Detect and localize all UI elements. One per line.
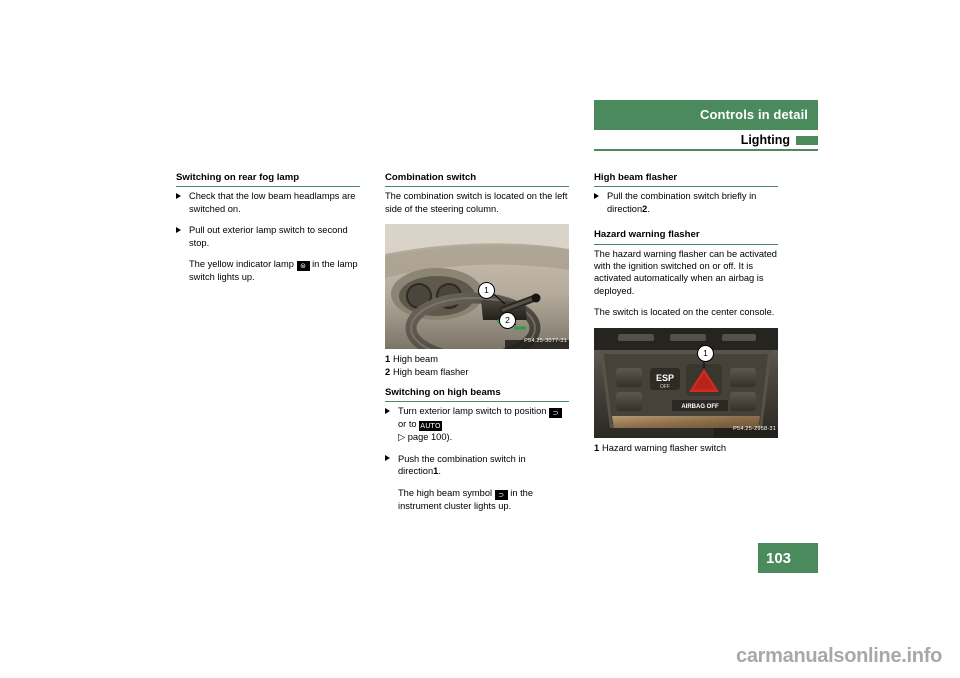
page-reference: page 100). [407,432,453,443]
figure-code: P54.25-2958-31 [733,426,776,433]
note-rear-fog-indicator: The yellow indicator lamp ⊜ in the lamp … [176,258,360,283]
legend-text: High beam flasher [393,366,469,377]
figure-combination-switch-image [385,224,569,350]
bullet-text-mid: or to [398,419,417,430]
legend-item: 2 High beam flasher [385,366,569,378]
list-item: Pull out exterior lamp switch to second … [176,224,360,249]
column-right: High beam flasher Pull the combination s… [594,172,778,463]
low-beam-icon: ⊃ [549,408,563,419]
figure-legend: 1 High beam 2 High beam flasher [385,353,569,378]
note-text-pre: The yellow indicator lamp [189,259,294,270]
bullet-text: Pull out exterior lamp switch to second … [189,225,348,248]
paragraph-combination-switch-intro: The combination switch is located on the… [385,191,568,214]
legend-number: 1 [594,442,600,453]
chapter-title: Controls in detail [700,107,808,122]
manual-page: Controls in detail Lighting Switching on… [0,0,960,678]
bullet-triangle-icon [176,226,181,233]
paragraph-hazard-activation: The hazard warning flasher can be activa… [594,248,777,296]
figure-legend: 1 Hazard warning flasher switch [594,442,778,454]
figure-combination-switch: 1 2 P54.25-3077-31 [385,224,569,350]
auto-mode-icon: AUTO [419,421,442,432]
bullet-triangle-icon [176,192,181,199]
legend-item: 1 High beam [385,353,569,365]
legend-text: High beam [393,354,438,365]
bullet-text-pre: Pull the combination switch briefly in d… [607,191,757,214]
bullet-text-pre: Turn exterior lamp switch to position [398,406,547,417]
note-text-pre: The high beam symbol [398,487,493,498]
high-beam-icon: ⊃ [494,489,508,500]
bullet-triangle-icon [385,407,390,414]
watermark: carmanualsonline.info [736,645,942,668]
paragraph-switch-location: The switch is located on the center cons… [594,307,775,318]
list-item: Push the combination switch in direction… [385,453,569,478]
svg-text:AIRBAG OFF: AIRBAG OFF [681,404,719,410]
chapter-header-bar: Controls in detail [594,100,818,130]
column-left: Switching on rear fog lamp Check that th… [176,172,360,292]
section-marker [796,136,818,145]
section-header: Lighting [594,133,818,151]
heading-hazard-warning-flasher: Hazard warning flasher [594,229,778,245]
watermark-text: carmanualsonline.info [736,645,942,667]
legend-number: 2 [385,366,391,377]
legend-number: 1 [385,354,391,365]
legend-text: Hazard warning flasher switch [602,442,727,453]
bullet-triangle-icon [385,455,390,462]
page-number: 103 [766,550,792,567]
heading-switching-on-high-beams: Switching on high beams [385,387,569,403]
heading-combination-switch: Combination switch [385,172,569,188]
direction-number: 1 [433,466,439,477]
bullet-text: Check that the low beam headlamps are sw… [189,191,356,214]
direction-number: 2 [642,203,648,214]
list-item: Turn exterior lamp switch to position ⊃ … [385,405,569,443]
bullet-triangle-icon [594,192,599,199]
page-ref-arrow-icon: ▷ [398,432,406,443]
column-middle: Combination switch The combination switc… [385,172,569,521]
note-high-beam-symbol: The high beam symbol ⊃ in the instrument… [385,487,569,512]
heading-switching-on-rear-fog-lamp: Switching on rear fog lamp [176,172,360,188]
rear-fog-lamp-icon: ⊜ [296,261,310,272]
page-number-block: 103 [758,543,818,573]
figure-center-console: ESP OFF AIRBAG OFF 1 P54.25-2958-31 [594,327,778,438]
legend-item: 1 Hazard warning flasher switch [594,442,778,454]
bullet-text-pre: Push the combination switch in direction [398,453,526,477]
figure-code: P54.25-3077-31 [524,337,567,344]
figure-callout-1: 1 [697,344,714,362]
heading-high-beam-flasher: High beam flasher [594,172,778,188]
figure-center-console-image: ESP OFF AIRBAG OFF [594,327,778,438]
svg-text:OFF: OFF [660,384,670,390]
section-title: Lighting [740,133,790,147]
section-underline [594,149,818,151]
list-item: Pull the combination switch briefly in d… [594,190,778,215]
svg-text:ESP: ESP [656,373,674,383]
list-item: Check that the low beam headlamps are sw… [176,190,360,215]
